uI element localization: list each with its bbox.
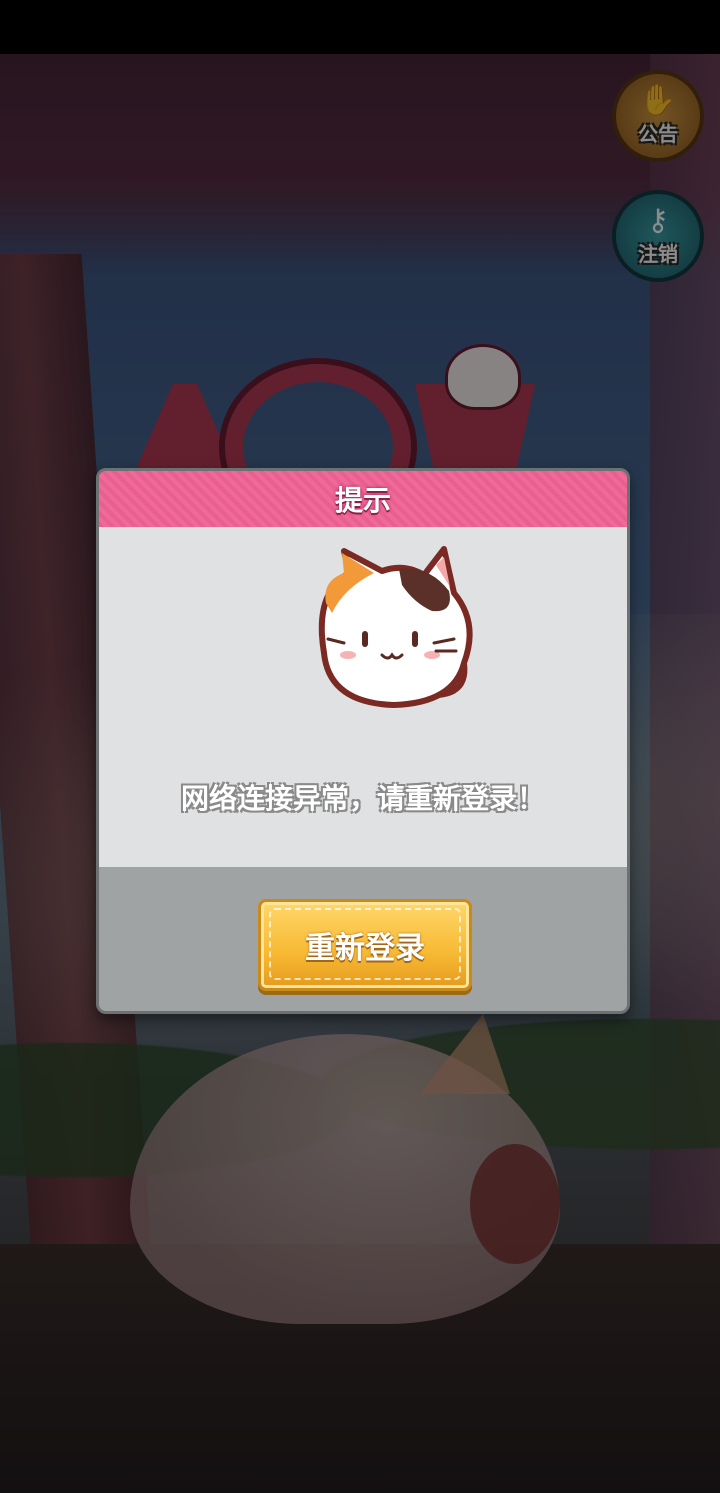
dialog-title: 提示 [334, 484, 391, 517]
status-bar [0, 0, 720, 54]
relogin-button-label: 重新登录 [305, 931, 425, 966]
error-message: 网络连接异常，请重新登录！ [180, 782, 545, 815]
dialog-footer: 重新登录 [99, 867, 627, 1011]
relogin-button[interactable]: 重新登录 [258, 899, 472, 991]
dialog-body: 网络连接异常，请重新登录！ [99, 527, 627, 867]
calico-cat-icon [318, 546, 473, 708]
network-error-dialog: 提示 网络连接异常，请重新登录！ 重新登录 [96, 468, 630, 1014]
dialog-header: 提示 [99, 471, 627, 527]
